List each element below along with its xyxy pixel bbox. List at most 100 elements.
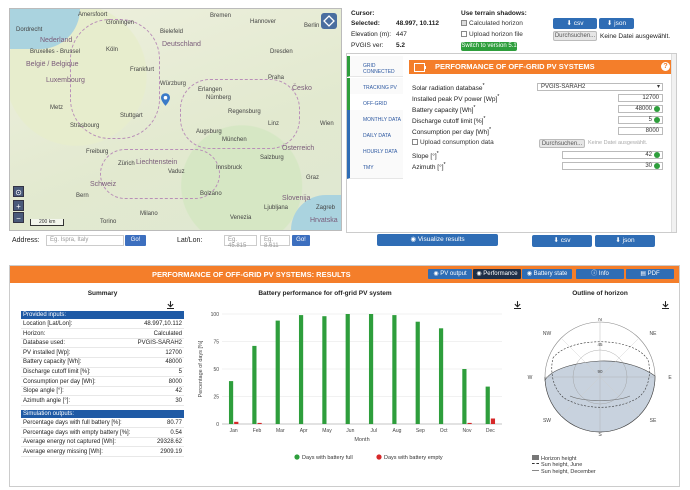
locate-icon[interactable]: ⊙	[13, 186, 24, 197]
map-label: Berlin	[304, 23, 320, 29]
map[interactable]: Amersfoort Groningen Bremen Hannover Ber…	[9, 8, 342, 231]
table-row: Location [Lat/Lon]: 48.997,10.112	[21, 321, 184, 330]
button-label: Battery state	[533, 271, 568, 277]
checkbox-checked-icon	[461, 20, 467, 26]
battery-capacity-input[interactable]: 48000	[618, 105, 663, 113]
table-row: Percentage days with full battery [%]: 80…	[21, 420, 184, 429]
map-label: Bremen	[210, 13, 232, 19]
download-icon: ⬇	[615, 237, 623, 244]
table-row: Percentage days with empty battery [%]: 0…	[21, 430, 184, 438]
map-label: Ljubljana	[264, 205, 289, 211]
outputs-header: Simulation outputs:	[21, 410, 184, 418]
check-icon	[654, 117, 660, 123]
row-label: Percentage days with full battery [%]:	[23, 420, 122, 426]
layers-icon[interactable]	[321, 13, 337, 29]
eye-icon: ◉	[526, 271, 534, 277]
address-input[interactable]: Eg. Ispra, Italy	[46, 235, 124, 246]
map-label: Slovenija	[282, 195, 311, 202]
chart-title: Battery performance for off-grid PV syst…	[258, 290, 392, 297]
upload-consumption-checkbox[interactable]: Upload consumption data	[412, 139, 494, 146]
x-tick-label: Mar	[276, 428, 285, 434]
consumption-label: Consumption per day [Wh]*	[412, 127, 492, 137]
bar-empty	[490, 418, 496, 424]
azimuth-input[interactable]: 30	[562, 162, 663, 170]
selected-value: 48.997, 10.112	[396, 20, 440, 27]
x-tick-label: Nov	[463, 428, 472, 434]
latlon-go-button[interactable]: Go!	[292, 235, 310, 246]
download-csv-button[interactable]: ⬇ csv	[532, 235, 592, 247]
row-value: 12700	[165, 349, 182, 356]
x-tick-label: Dec	[486, 428, 495, 434]
bar-full	[462, 369, 467, 424]
row-label: Slope angle [°]:	[23, 388, 64, 395]
elevation-value: 447	[396, 31, 407, 38]
power-input[interactable]: 12700	[618, 94, 663, 102]
zoom-in-button[interactable]: +	[13, 200, 24, 211]
performance-button[interactable]: ◉ Performance	[473, 269, 521, 279]
map-label: Innsbruck	[216, 165, 243, 171]
power-label: Installed peak PV power [Wp]*	[412, 94, 500, 104]
download-json-button[interactable]: ⬇ json	[595, 235, 655, 247]
cutoff-label: Discharge cutoff limit [%]*	[412, 116, 486, 126]
map-label: Torino	[100, 219, 117, 225]
row-value: 48000	[165, 359, 182, 366]
bar-full	[252, 345, 257, 424]
row-label: Percentage days with empty battery [%]:	[23, 429, 131, 436]
switch-version-button[interactable]: Switch to version 5.1	[461, 42, 517, 51]
help-icon[interactable]: ?	[661, 62, 670, 71]
compass-w: W	[528, 375, 533, 381]
battery-state-button[interactable]: ◉ Battery state	[522, 269, 572, 279]
map-label: Zagreb	[316, 205, 336, 211]
location-pin-icon[interactable]	[161, 93, 170, 106]
browse-consumption-button[interactable]: Durchsuchen...	[539, 139, 585, 148]
map-label: Frankfurt	[130, 67, 155, 73]
compass-se: SE	[650, 418, 657, 424]
bar-full	[368, 314, 374, 424]
address-go-button[interactable]: Go!	[125, 235, 146, 246]
results-panel: PERFORMANCE OF OFF-GRID PV SYSTEMS: RESU…	[9, 265, 680, 487]
bar-full	[275, 320, 280, 424]
info-button[interactable]: ⓘ Info	[576, 269, 624, 279]
ring-label-90: 90	[597, 369, 603, 374]
row-label: Azimuth angle [°]:	[23, 397, 71, 404]
map-label: Venezia	[230, 215, 252, 221]
tab-tmy[interactable]: TMY	[347, 158, 403, 179]
download-icon[interactable]	[167, 301, 174, 309]
db-select[interactable]: PVGIS-SARAH2 ▾	[537, 83, 663, 91]
map-label: Hrvatska	[310, 217, 338, 224]
elevation-label: Elevation (m):	[351, 31, 392, 38]
bar-full	[392, 315, 397, 424]
cutoff-input[interactable]: 5	[618, 116, 663, 124]
visualize-results-button[interactable]: ◉ Visualize results	[377, 234, 498, 246]
x-tick-label: May	[322, 428, 332, 434]
slope-input[interactable]: 42	[562, 151, 663, 159]
selected-label: Selected:	[351, 20, 380, 27]
bar-full	[438, 328, 444, 424]
button-label: PV output	[440, 271, 467, 277]
lat-input[interactable]: Eg. 45.815	[224, 235, 257, 249]
y-tick-label: 100	[211, 312, 220, 318]
map-label: Köln	[106, 47, 119, 53]
legend-label: Days with battery full	[302, 455, 353, 461]
horizon-chart: N NE E SE S SW W NW 45 90	[528, 318, 673, 436]
compass-sw: SW	[543, 418, 551, 424]
lon-input[interactable]: Eg. 8.611	[260, 235, 290, 249]
scrollbar[interactable]	[671, 54, 676, 232]
row-label: Battery capacity [Wh]:	[23, 359, 82, 366]
bar-empty	[257, 422, 262, 424]
upload-horizon-checkbox[interactable]: Upload horizon file	[461, 31, 523, 38]
row-value: 80.77	[166, 420, 182, 426]
download-icon[interactable]	[662, 301, 669, 309]
tab-grid-connected[interactable]: GRID CONNECTED	[347, 56, 403, 77]
calculated-horizon-checkbox[interactable]: Calculated horizon	[461, 20, 523, 27]
pv-output-button[interactable]: ◉ PV output	[428, 269, 472, 279]
horizon-csv-button[interactable]: ⬇ csv	[553, 18, 597, 29]
browse-horizon-button[interactable]: Durchsuchen...	[553, 31, 597, 41]
bar-full	[298, 315, 304, 424]
consumption-input[interactable]: 8000	[618, 127, 663, 135]
json-label: json	[614, 20, 627, 27]
pdf-button[interactable]: ▤ PDF	[626, 269, 674, 279]
x-tick-label: Feb	[253, 428, 262, 434]
horizon-json-button[interactable]: ⬇ json	[599, 18, 634, 29]
zoom-out-button[interactable]: −	[13, 212, 24, 223]
